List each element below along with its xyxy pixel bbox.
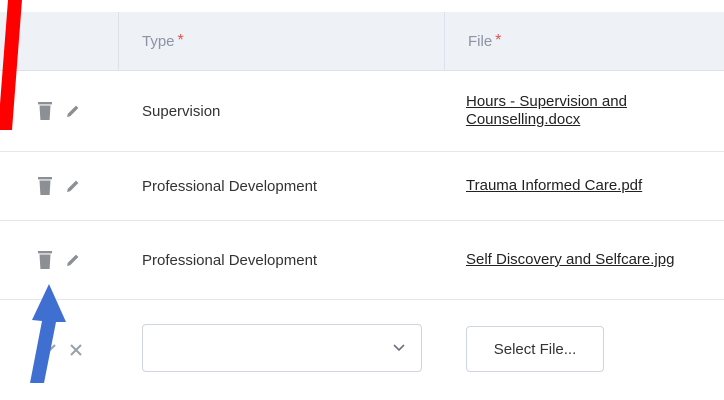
annotation-blue-arrow xyxy=(30,284,66,383)
